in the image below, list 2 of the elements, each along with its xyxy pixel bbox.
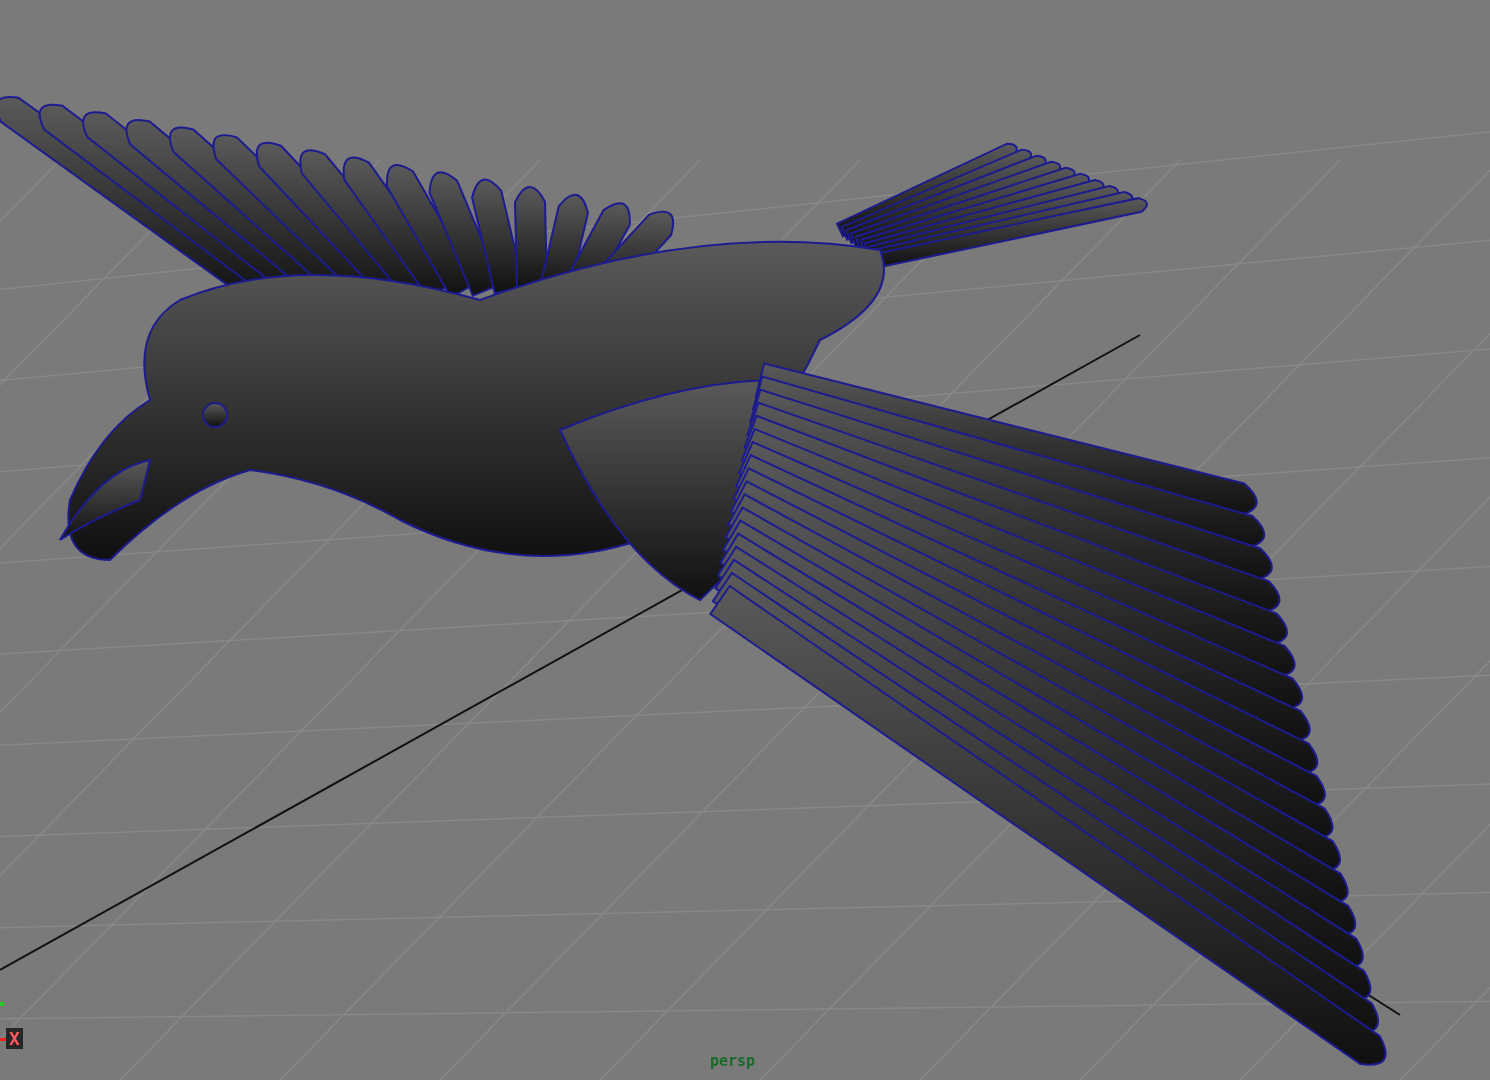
camera-label: persp <box>710 1052 756 1070</box>
axis-label: X <box>6 1028 23 1049</box>
